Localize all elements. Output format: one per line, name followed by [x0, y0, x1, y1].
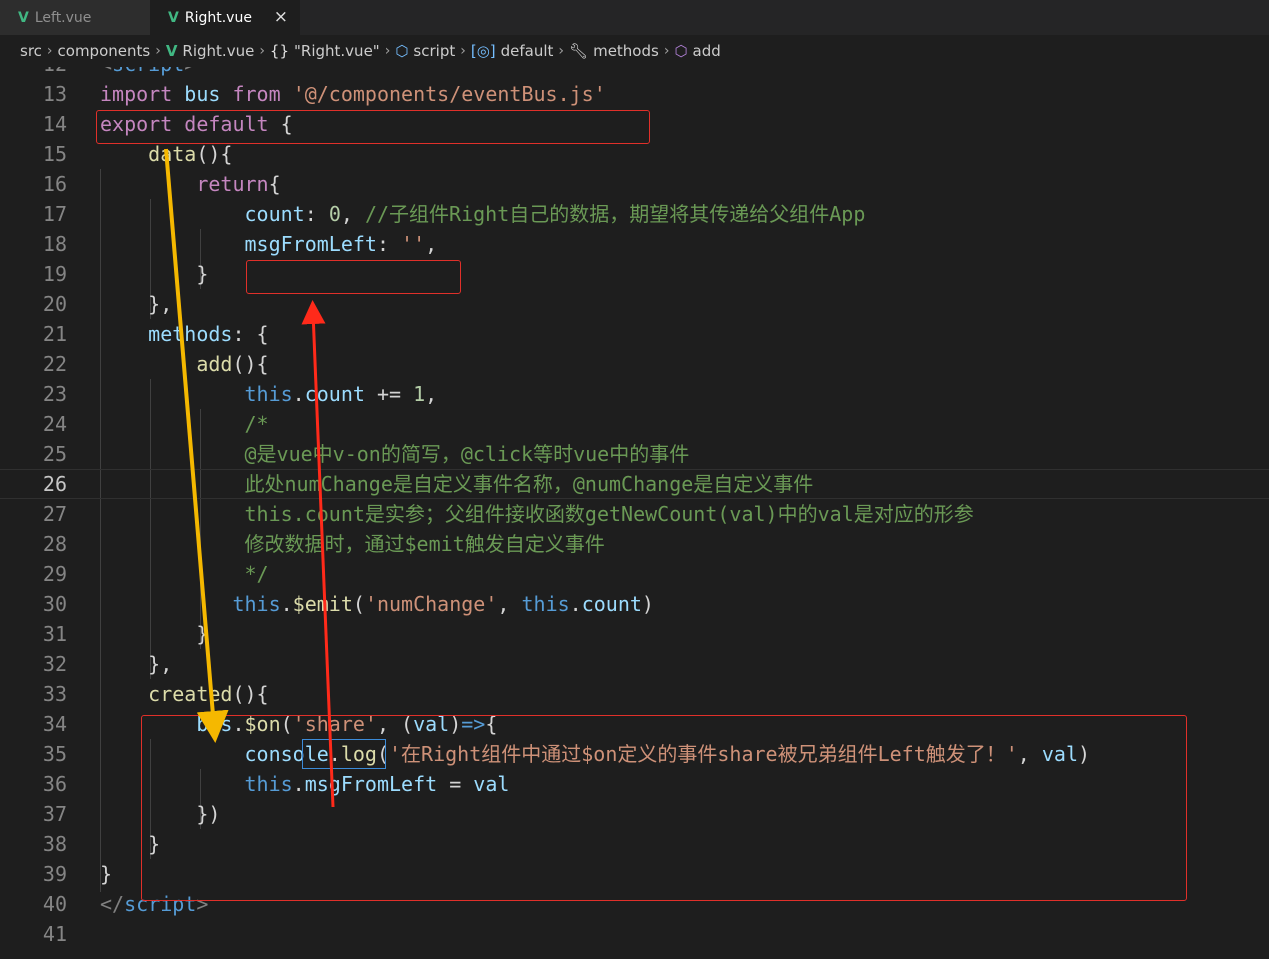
chevron-right-icon: › — [558, 43, 565, 59]
cube-icon: ⬡ — [674, 42, 688, 60]
arrow-import-to-bus — [164, 148, 229, 743]
chevron-right-icon: › — [46, 43, 53, 59]
chevron-right-icon: › — [384, 43, 391, 59]
breadcrumb-object[interactable]: "Right.vue" — [294, 42, 380, 60]
tab-bar: V Left.vue V Right.vue × — [0, 0, 1269, 35]
chevron-right-icon: › — [155, 43, 161, 59]
breadcrumb-script[interactable]: script — [413, 42, 455, 60]
breadcrumb: src › components › V Right.vue › {} "Rig… — [0, 35, 1269, 67]
breadcrumb-src[interactable]: src — [20, 42, 42, 60]
chevron-right-icon: › — [663, 43, 670, 59]
annotation-arrows — [164, 148, 335, 808]
chevron-right-icon: › — [460, 43, 466, 59]
breadcrumb-components[interactable]: components — [58, 42, 151, 60]
arrow-val-to-msgfromleft — [301, 300, 335, 808]
wrench-icon: 🔧︎ — [569, 42, 589, 60]
breadcrumb-default[interactable]: default — [501, 42, 554, 60]
tab-right-vue[interactable]: V Right.vue × — [150, 0, 300, 35]
breadcrumb-file[interactable]: Right.vue — [182, 42, 254, 60]
braces-icon: {} — [269, 42, 290, 60]
tab-left-vue[interactable]: V Left.vue — [0, 0, 150, 35]
vue-icon: V — [18, 9, 29, 26]
cube-outline-icon: ⬡ — [395, 42, 409, 60]
close-icon[interactable]: × — [274, 7, 288, 27]
vue-icon: V — [168, 9, 179, 26]
tab-label: Left.vue — [34, 9, 92, 26]
vue-icon: V — [165, 42, 178, 60]
tab-label: Right.vue — [184, 9, 252, 26]
bracket-field-icon: [◎] — [470, 42, 496, 60]
code-editor[interactable]: 1112<script>13import bus from '@/compone… — [0, 67, 1269, 959]
breadcrumb-add[interactable]: add — [693, 42, 721, 60]
breadcrumb-methods[interactable]: methods — [593, 42, 659, 60]
chevron-right-icon: › — [259, 43, 265, 59]
